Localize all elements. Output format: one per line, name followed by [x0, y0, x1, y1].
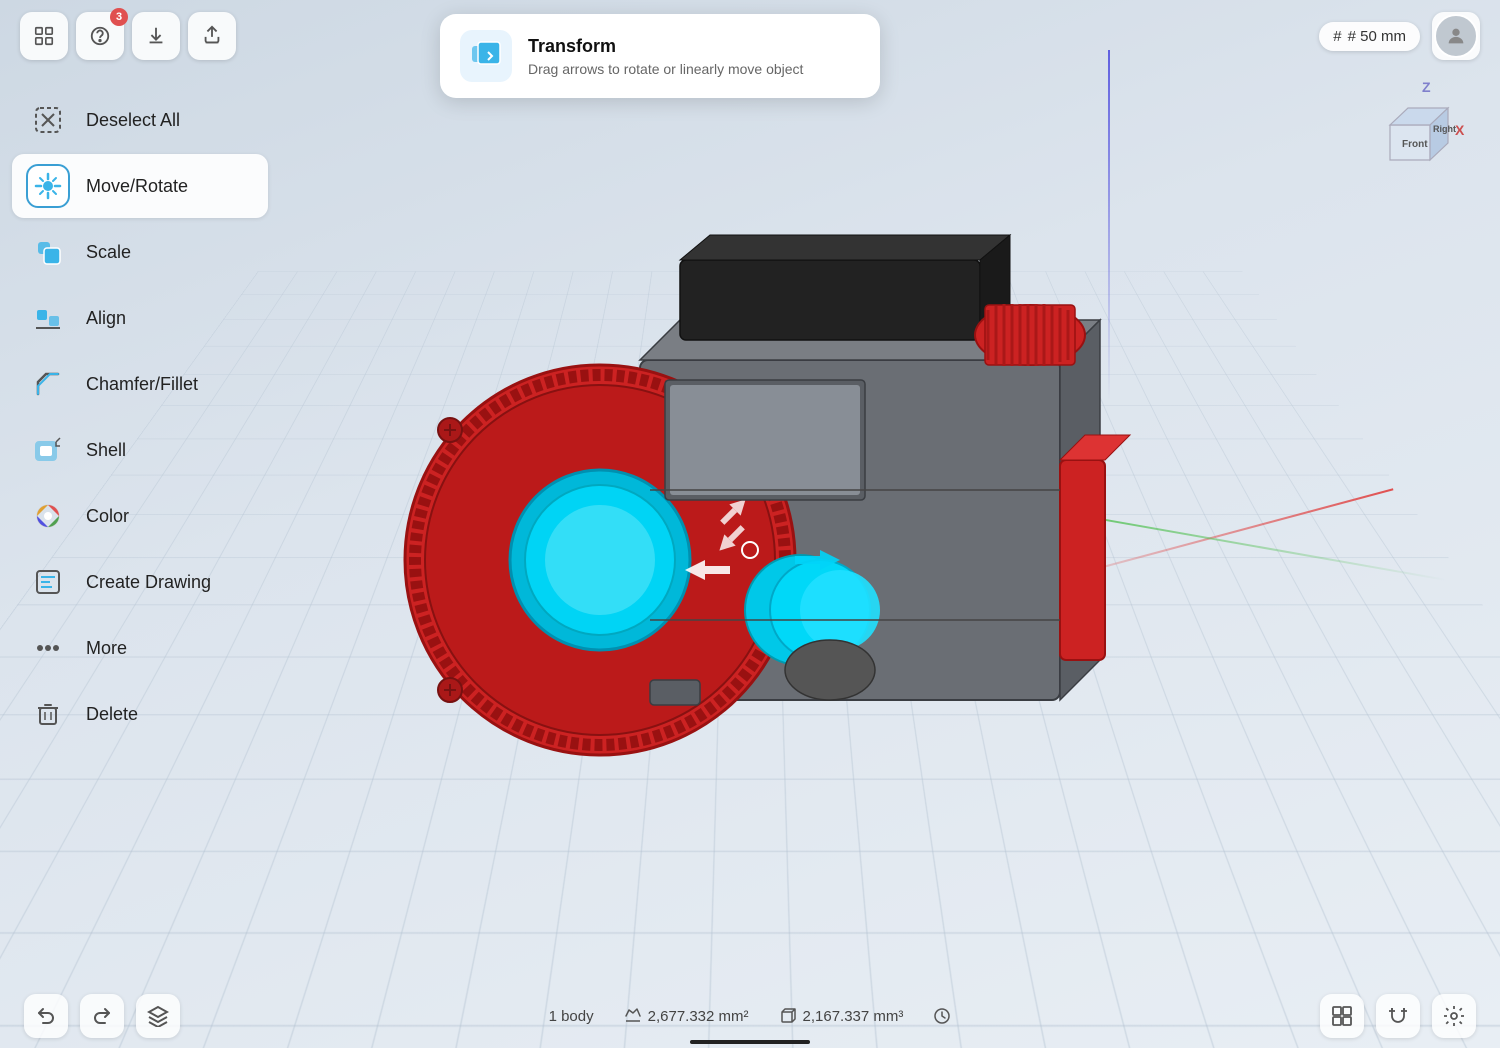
bottom-bar-center: 1 body 2,677.332 mm² 2,167.337 mm³: [549, 1007, 952, 1025]
view-cube[interactable]: Z Front Right X: [1370, 80, 1470, 185]
magnet-button[interactable]: [1376, 994, 1420, 1038]
z-axis-label: Z: [1422, 80, 1431, 95]
bottom-bar-right: [1320, 994, 1476, 1038]
sidebar-item-create-drawing[interactable]: Create Drawing: [12, 550, 268, 614]
transform-icon: [468, 38, 504, 74]
shell-label: Shell: [86, 440, 126, 461]
x-axis-label: X: [1455, 122, 1465, 138]
scale-label: Scale: [86, 242, 131, 263]
body-count: 1 body: [549, 1008, 594, 1025]
deselect-all-icon: [26, 98, 70, 142]
sidebar-item-shell[interactable]: Shell: [12, 418, 268, 482]
create-drawing-label: Create Drawing: [86, 572, 211, 593]
transform-description: Drag arrows to rotate or linearly move o…: [528, 61, 803, 77]
bottom-bar-left: [24, 994, 180, 1038]
sidebar-item-delete[interactable]: Delete: [12, 682, 268, 746]
dimension-value: # 50 mm: [1348, 28, 1406, 45]
shell-icon: [26, 428, 70, 472]
color-icon: [26, 494, 70, 538]
sidebar-item-color[interactable]: Color: [12, 484, 268, 548]
transform-popup: Transform Drag arrows to rotate or linea…: [440, 14, 880, 98]
align-icon: [26, 296, 70, 340]
sidebar-item-chamfer-fillet[interactable]: Chamfer/Fillet: [12, 352, 268, 416]
camera-model: Tomography: [280, 100, 1180, 860]
chamfer-fillet-icon: [26, 362, 70, 406]
user-avatar: [1434, 14, 1478, 58]
align-label: Align: [86, 308, 126, 329]
layers-button[interactable]: [136, 994, 180, 1038]
transform-title: Transform: [528, 36, 803, 57]
delete-icon: [26, 692, 70, 736]
sidebar-item-more[interactable]: More: [12, 616, 268, 680]
sidebar-item-deselect-all[interactable]: Deselect All: [12, 88, 268, 152]
toolbar-left: 3: [20, 12, 236, 60]
home-indicator: [690, 1040, 810, 1044]
deselect-all-label: Deselect All: [86, 110, 180, 131]
transform-text: Transform Drag arrows to rotate or linea…: [528, 36, 803, 77]
move-rotate-icon: [26, 164, 70, 208]
undo-button[interactable]: [24, 994, 68, 1038]
create-drawing-icon: [26, 560, 70, 604]
dimension-display[interactable]: # # 50 mm: [1319, 22, 1420, 51]
more-icon: [26, 626, 70, 670]
color-label: Color: [86, 506, 129, 527]
svg-text:Right: Right: [1433, 124, 1456, 134]
sidebar-item-move-rotate[interactable]: Move/Rotate: [12, 154, 268, 218]
move-rotate-label: Move/Rotate: [86, 176, 188, 197]
help-button[interactable]: 3: [76, 12, 124, 60]
download-button[interactable]: [132, 12, 180, 60]
upload-button[interactable]: [188, 12, 236, 60]
notification-badge: 3: [110, 8, 128, 26]
sidebar-item-scale[interactable]: Scale: [12, 220, 268, 284]
delete-label: Delete: [86, 704, 138, 725]
svg-text:Front: Front: [1402, 139, 1428, 150]
grid-button[interactable]: [20, 12, 68, 60]
scale-icon: [26, 230, 70, 274]
sidebar-item-align[interactable]: Align: [12, 286, 268, 350]
left-sidebar: Deselect All Move/Rotate Scale: [0, 80, 280, 754]
layers-view-button[interactable]: [1320, 994, 1364, 1038]
bottom-bar: 1 body 2,677.332 mm² 2,167.337 mm³: [0, 984, 1500, 1048]
user-profile-button[interactable]: [1432, 12, 1480, 60]
more-label: More: [86, 638, 127, 659]
toolbar-right: # # 50 mm: [1319, 12, 1480, 60]
hash-symbol: #: [1333, 28, 1341, 45]
timer-status: [933, 1007, 951, 1025]
transform-icon-box: [460, 30, 512, 82]
redo-button[interactable]: [80, 994, 124, 1038]
settings-button[interactable]: [1432, 994, 1476, 1038]
surface-area: 2,677.332 mm²: [624, 1007, 749, 1025]
volume: 2,167.337 mm³: [779, 1007, 904, 1025]
chamfer-fillet-label: Chamfer/Fillet: [86, 374, 198, 395]
